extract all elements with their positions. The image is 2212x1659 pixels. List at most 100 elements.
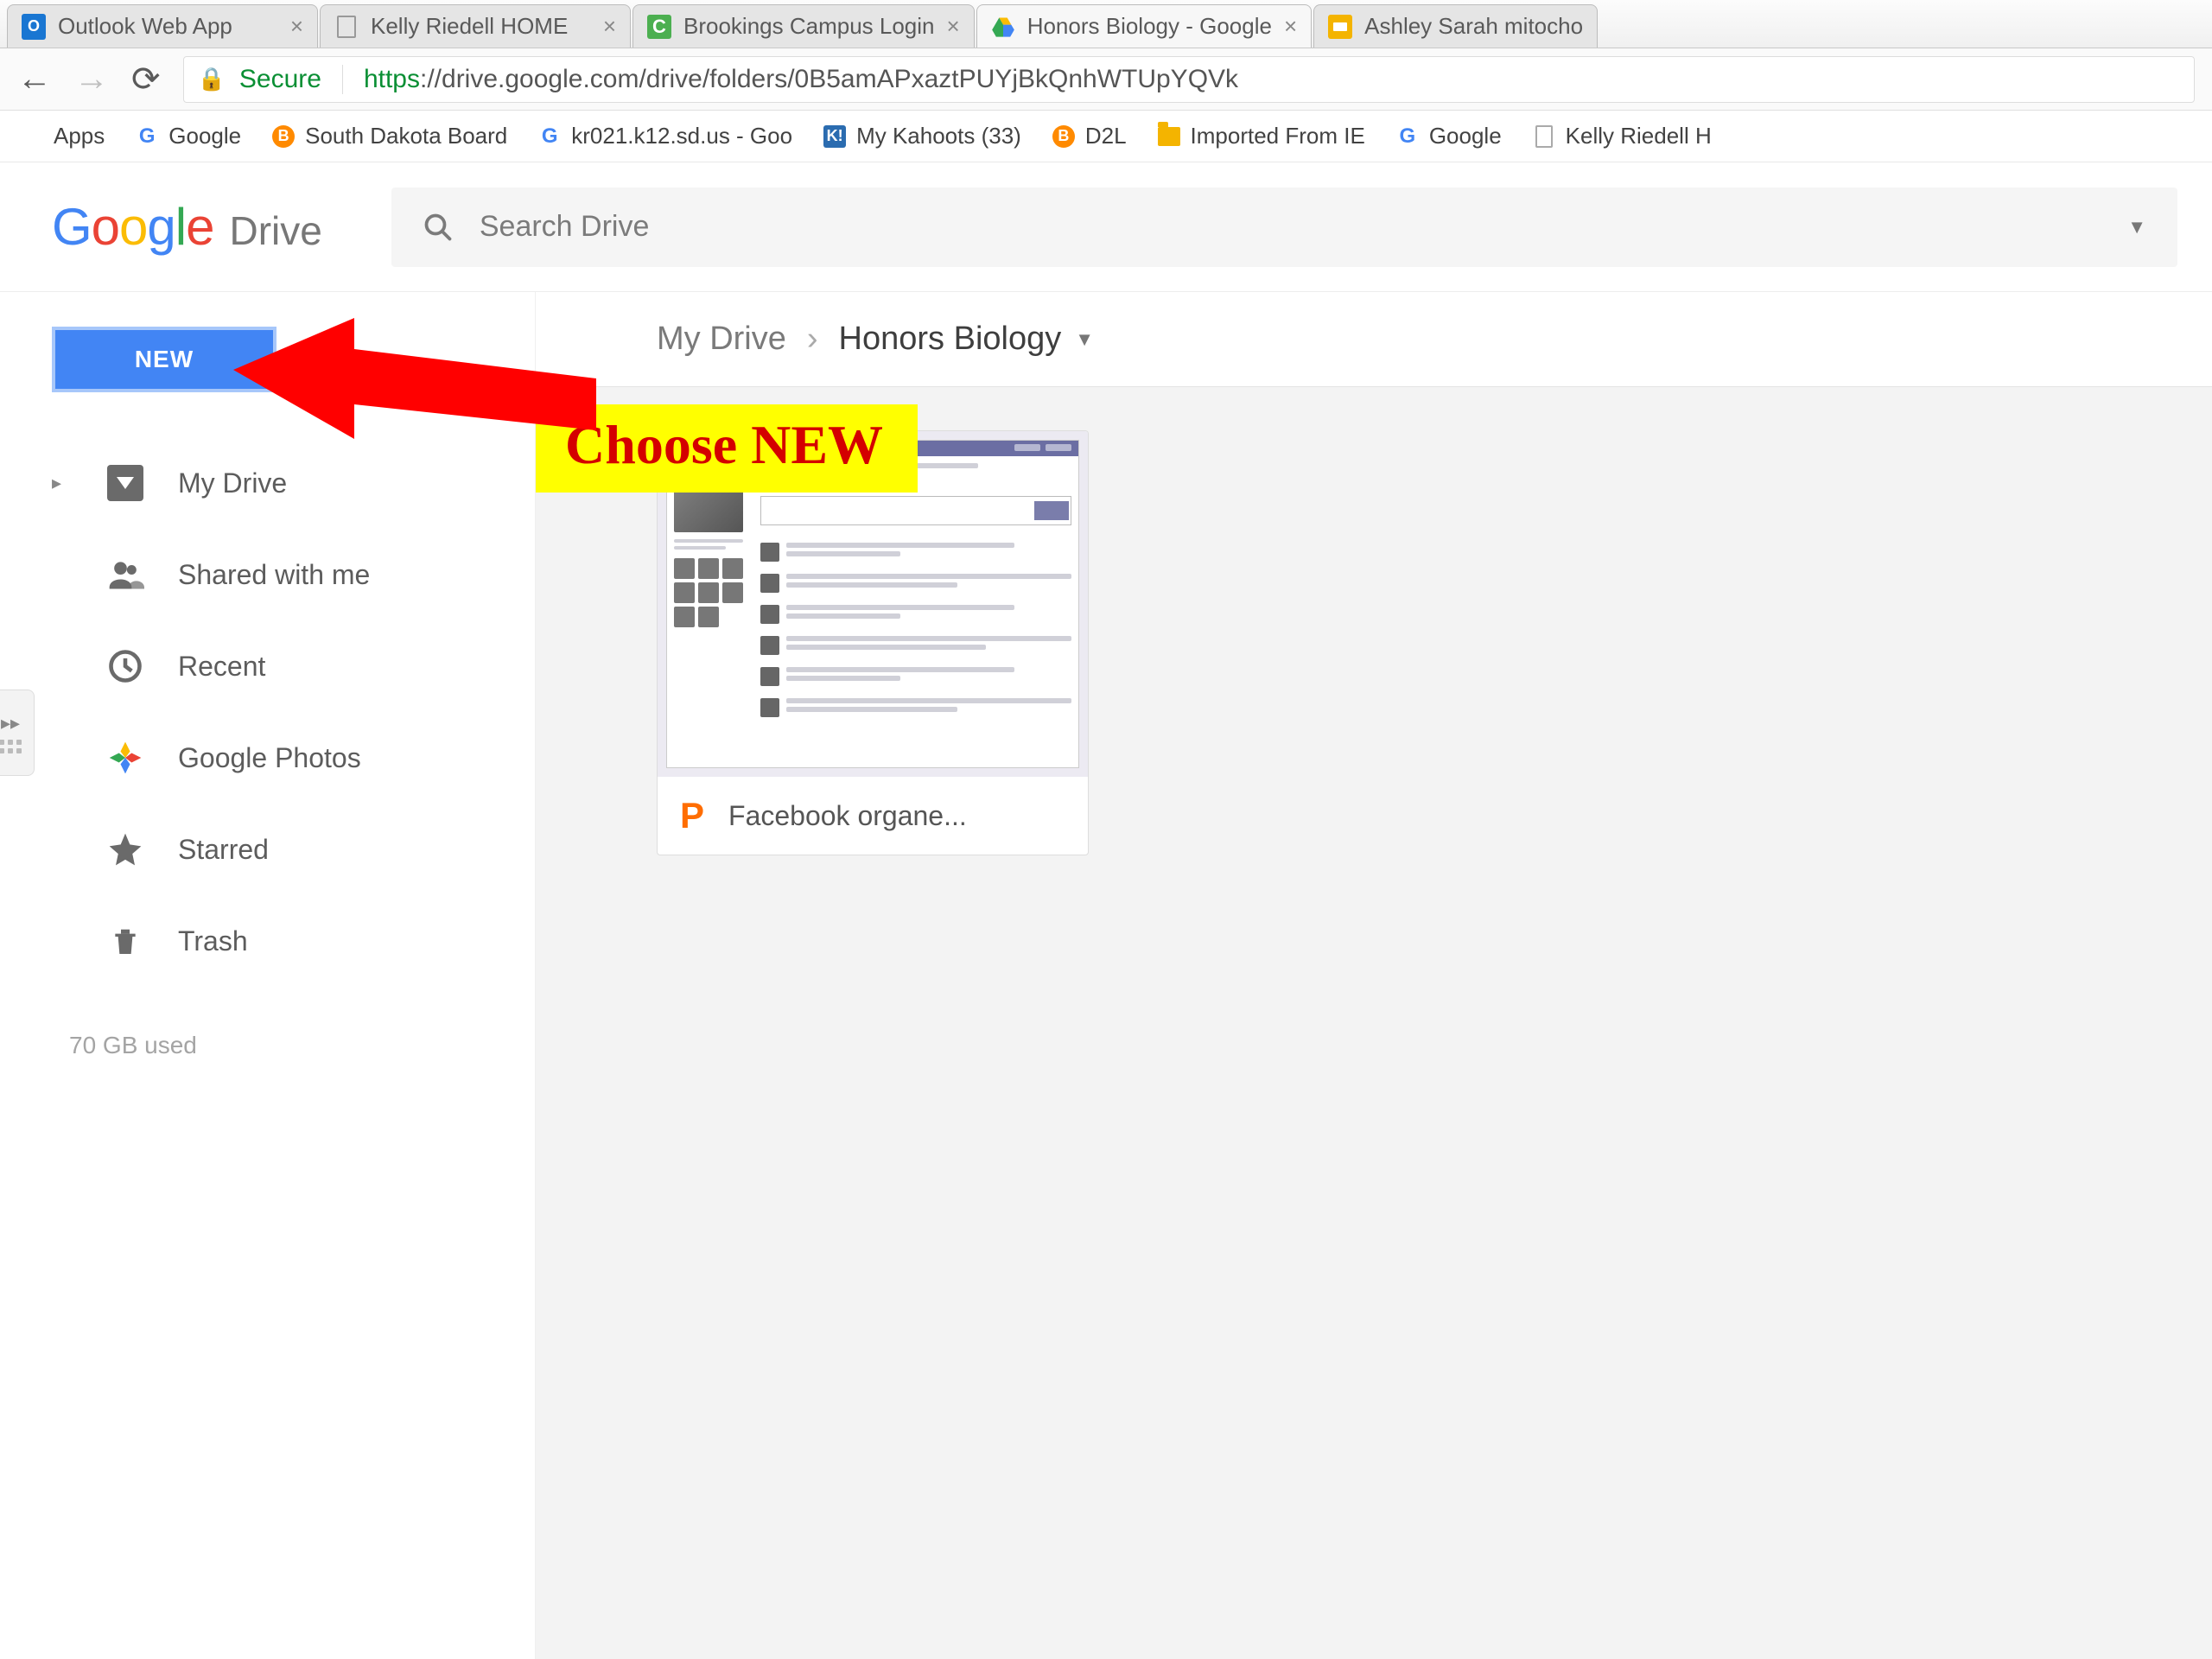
bookmark-item[interactable]: B D2L [1052, 123, 1127, 149]
powerpoint-icon: P [680, 795, 704, 836]
bookmark-label: Apps [54, 123, 105, 149]
drive-header: Google Drive Search Drive ▼ [0, 162, 2212, 292]
nav-label: Recent [178, 651, 265, 683]
shared-icon [104, 553, 147, 596]
search-drive[interactable]: Search Drive ▼ [391, 188, 2177, 267]
bookmark-label: Google [1429, 123, 1502, 149]
drive-main: NEW ▸▸ ▸ My Drive Shared with me [0, 292, 2212, 1659]
bookmark-item[interactable]: G Google [1396, 123, 1502, 149]
new-button-label: NEW [135, 346, 194, 373]
slides-icon [1328, 15, 1352, 39]
file-meta: P Facebook organe... [658, 777, 1088, 855]
drive-sidebar: NEW ▸▸ ▸ My Drive Shared with me [0, 292, 536, 1659]
photos-icon [104, 736, 147, 779]
kahoot-icon: K! [823, 125, 846, 148]
secure-label: Secure [239, 65, 321, 94]
nav-starred[interactable]: Starred [52, 828, 535, 871]
my-drive-icon [104, 461, 147, 505]
browser-tab[interactable]: O Outlook Web App × [7, 4, 318, 48]
browser-tab-active[interactable]: Honors Biology - Google × [976, 4, 1312, 48]
bookmark-label: My Kahoots (33) [856, 123, 1021, 149]
annotation-callout: Choose NEW [536, 404, 918, 493]
outlook-icon: O [22, 15, 46, 39]
bookmark-label: Kelly Riedell H [1566, 123, 1712, 149]
bookmark-icon: B [1052, 125, 1075, 148]
recent-icon [104, 645, 147, 688]
nav-label: My Drive [178, 467, 287, 499]
tab-title: Outlook Web App [58, 13, 232, 40]
browser-tab[interactable]: C Brookings Campus Login × [632, 4, 975, 48]
forward-button[interactable]: → [74, 60, 109, 99]
nav-my-drive[interactable]: ▸ My Drive [52, 461, 535, 505]
close-icon[interactable]: × [1284, 13, 1297, 40]
bookmark-item[interactable]: K! My Kahoots (33) [823, 123, 1021, 149]
campus-icon: C [647, 15, 671, 39]
bookmark-icon: B [272, 125, 295, 148]
expand-icon[interactable]: ▸ [52, 472, 73, 494]
annotation-text: Choose NEW [565, 414, 883, 475]
drive-content: My Drive › Honors Biology ▼ Choose NEW [536, 292, 2212, 1659]
address-bar[interactable]: 🔒 Secure https://drive.google.com/drive/… [183, 56, 2195, 103]
close-icon[interactable]: × [603, 13, 616, 40]
bookmark-label: kr021.k12.sd.us - Goo [571, 123, 792, 149]
tab-title: Ashley Sarah mitocho [1364, 13, 1583, 40]
reload-button[interactable]: ⟳ [131, 60, 161, 99]
browser-tabstrip: O Outlook Web App × Kelly Riedell HOME ×… [0, 0, 2212, 48]
tab-title: Honors Biology - Google [1027, 13, 1272, 40]
star-icon [104, 828, 147, 871]
nav-shared[interactable]: Shared with me [52, 553, 535, 596]
search-icon [423, 212, 454, 243]
bookmark-apps[interactable]: Apps [21, 123, 105, 149]
nav-recent[interactable]: Recent [52, 645, 535, 688]
google-drive-logo[interactable]: Google Drive [52, 197, 322, 257]
files-grid: P Facebook organe... [536, 430, 2212, 855]
nav-label: Shared with me [178, 559, 370, 591]
bookmark-label: South Dakota Board [305, 123, 507, 149]
storage-used: 70 GB used [52, 1032, 535, 1059]
sidebar-nav: ▸ My Drive Shared with me Recent [52, 461, 535, 963]
new-button[interactable]: NEW [52, 327, 276, 392]
nav-label: Starred [178, 834, 269, 866]
google-icon: G [1396, 125, 1419, 148]
nav-trash[interactable]: Trash [52, 919, 535, 963]
trash-icon [104, 919, 147, 963]
breadcrumb: My Drive › Honors Biology ▼ [536, 292, 2212, 387]
close-icon[interactable]: × [290, 13, 303, 40]
tab-title: Brookings Campus Login [683, 13, 935, 40]
bookmark-item[interactable]: Kelly Riedell H [1533, 123, 1712, 149]
bookmark-item[interactable]: B South Dakota Board [272, 123, 507, 149]
bookmark-item[interactable]: G Google [136, 123, 241, 149]
nav-photos[interactable]: Google Photos [52, 736, 535, 779]
browser-tab[interactable]: Kelly Riedell HOME × [320, 4, 631, 48]
url-text: https://drive.google.com/drive/folders/0… [364, 65, 1238, 94]
chevron-right-icon: › [807, 321, 818, 358]
google-icon: G [538, 125, 561, 148]
file-item[interactable]: P Facebook organe... [657, 430, 1089, 855]
document-icon [1533, 125, 1555, 148]
sidebar-collapse-handle[interactable]: ▸▸ [0, 690, 35, 776]
bookmark-label: Imported From IE [1191, 123, 1365, 149]
bookmark-item[interactable]: Imported From IE [1158, 123, 1365, 149]
breadcrumb-current[interactable]: Honors Biology ▼ [839, 321, 1094, 358]
drive-icon [991, 15, 1015, 39]
nav-label: Trash [178, 925, 248, 957]
document-icon [334, 15, 359, 39]
google-logo: Google [52, 197, 214, 257]
folder-icon [1158, 125, 1180, 148]
browser-tab[interactable]: Ashley Sarah mitocho [1313, 4, 1598, 48]
search-placeholder: Search Drive [480, 210, 650, 244]
lock-icon: 🔒 [198, 66, 226, 92]
close-icon[interactable]: × [947, 13, 960, 40]
tab-title: Kelly Riedell HOME [371, 13, 568, 40]
bookmark-label: D2L [1085, 123, 1127, 149]
dropdown-icon[interactable]: ▼ [2127, 216, 2146, 238]
file-name: Facebook organe... [728, 800, 967, 832]
dropdown-icon[interactable]: ▼ [1075, 328, 1094, 351]
bookmark-item[interactable]: G kr021.k12.sd.us - Goo [538, 123, 792, 149]
google-icon: G [136, 125, 158, 148]
bookmarks-bar: Apps G Google B South Dakota Board G kr0… [0, 111, 2212, 162]
breadcrumb-root[interactable]: My Drive [657, 321, 786, 358]
bookmark-label: Google [168, 123, 241, 149]
browser-toolbar: ← → ⟳ 🔒 Secure https://drive.google.com/… [0, 48, 2212, 111]
back-button[interactable]: ← [17, 60, 52, 99]
